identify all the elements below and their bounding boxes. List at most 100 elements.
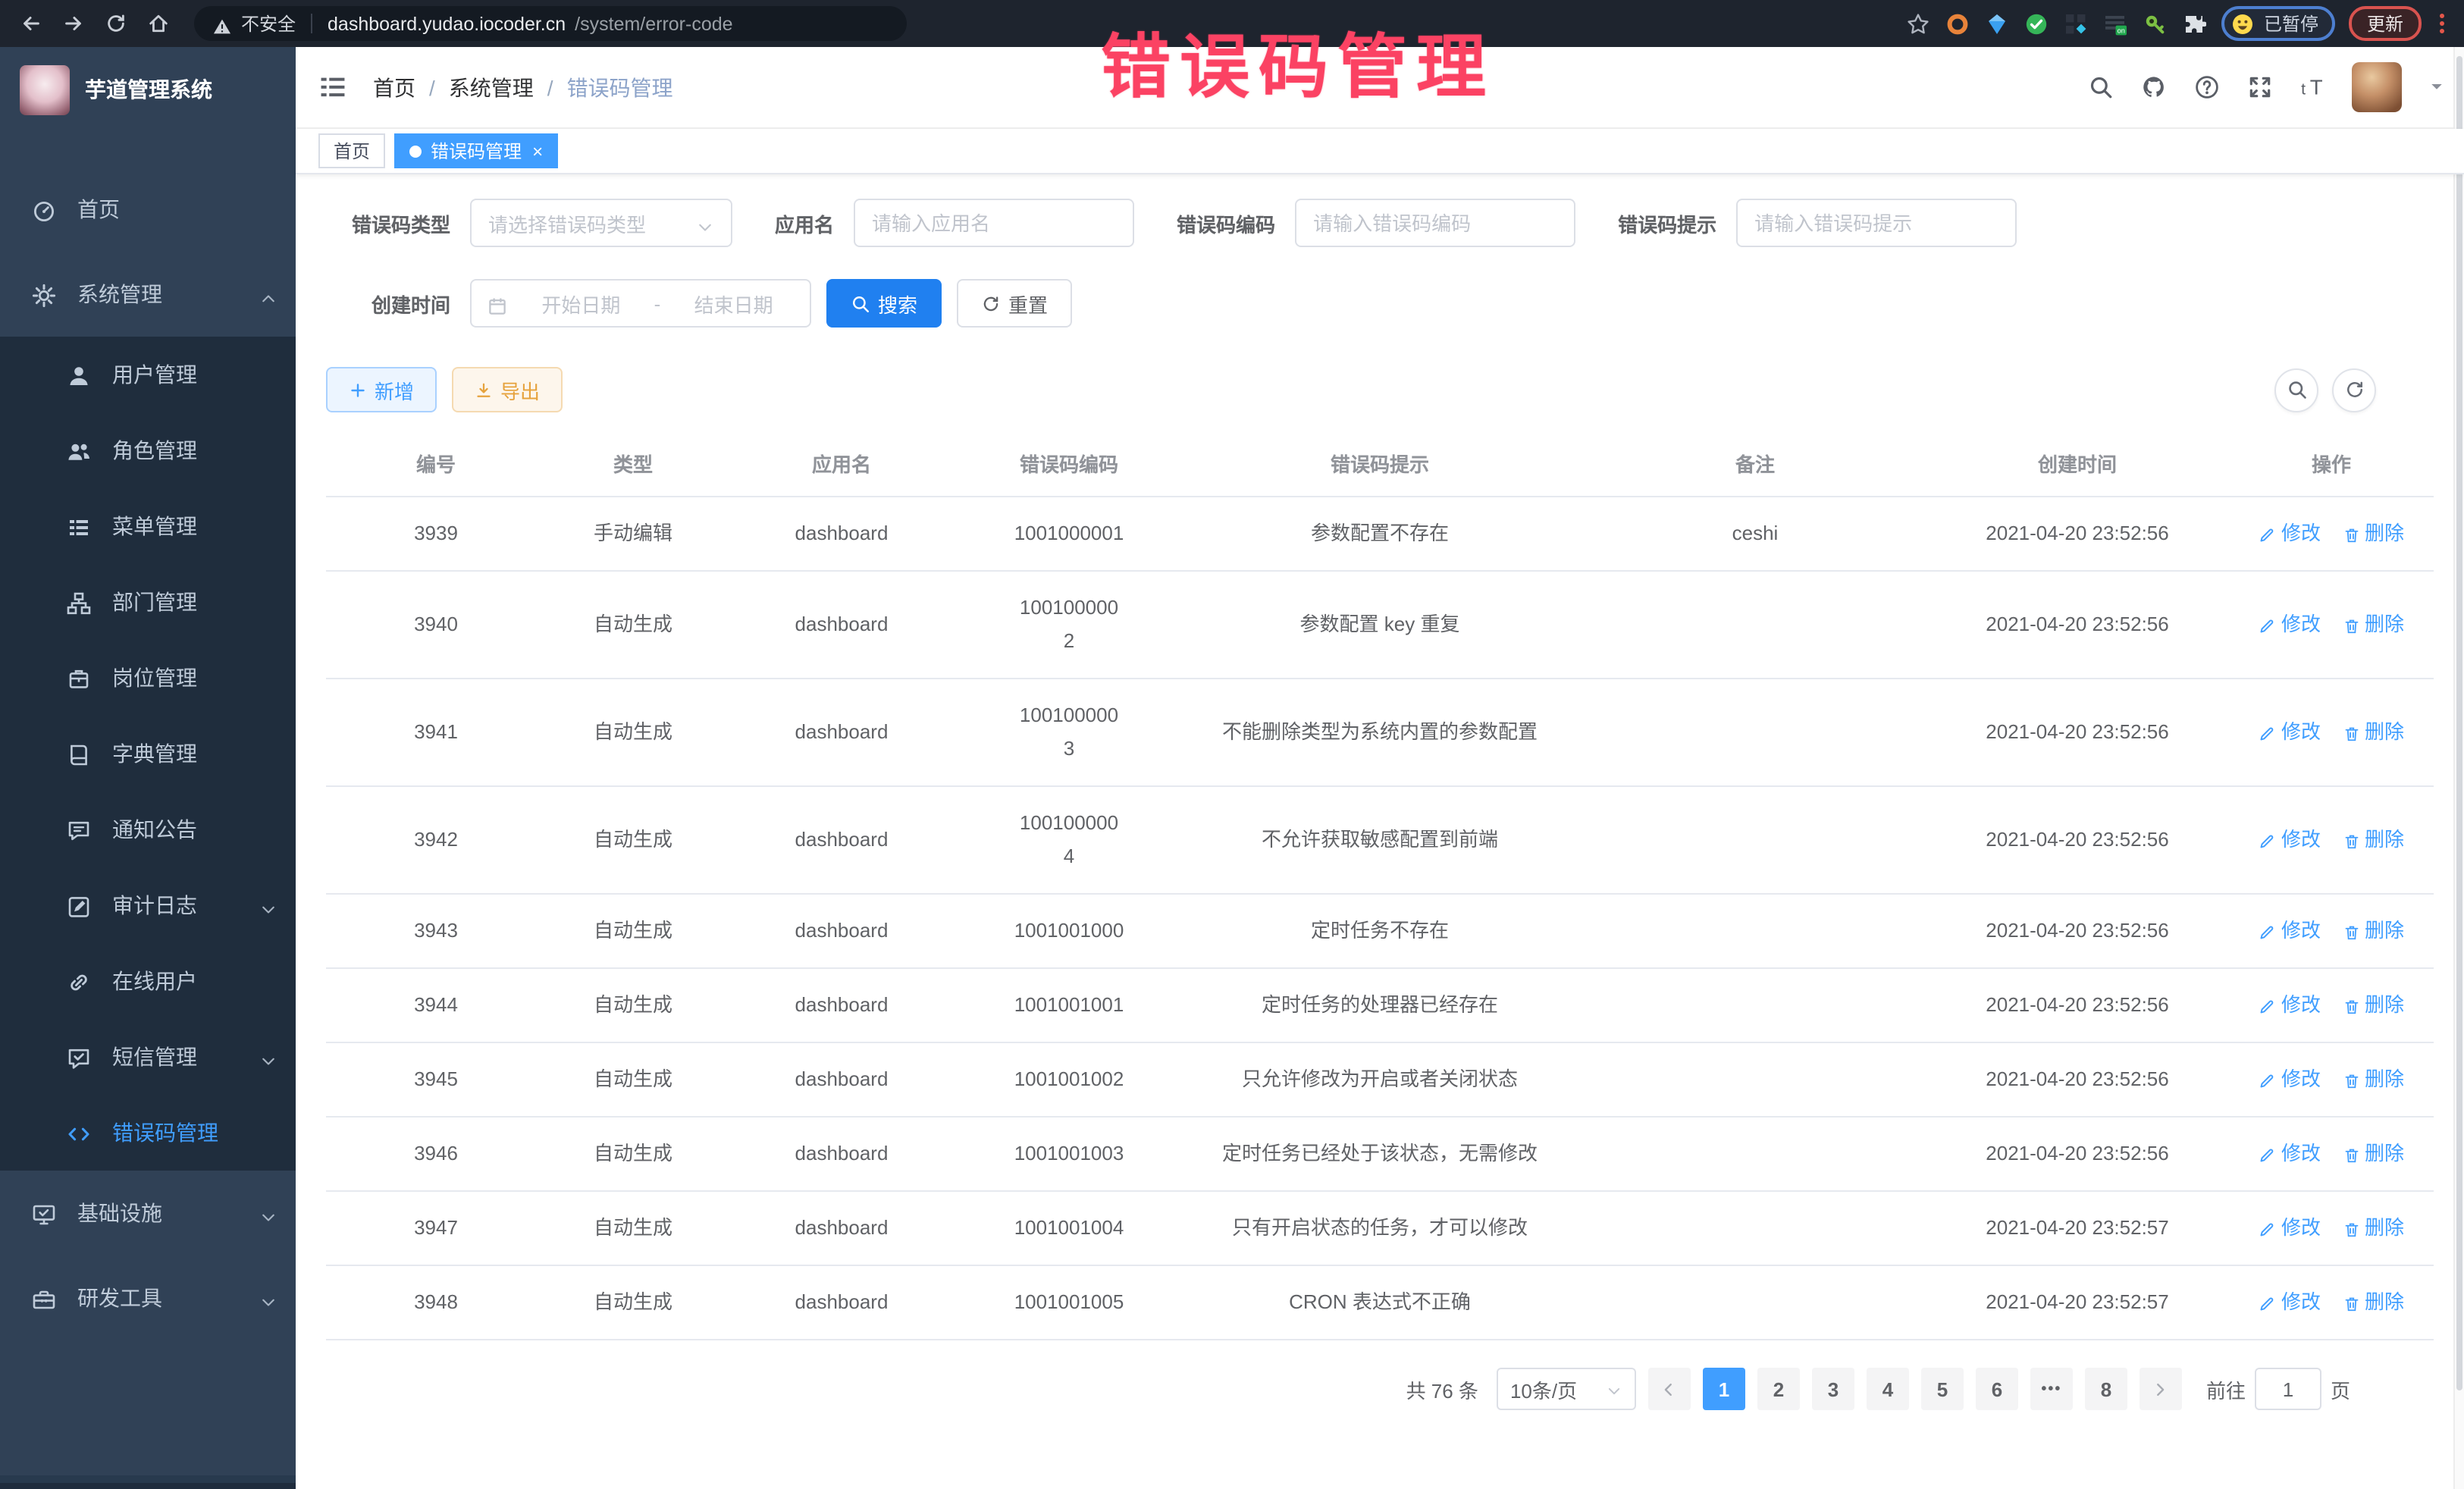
delete-row-button[interactable]: 删除 xyxy=(2342,517,2404,550)
reset-button[interactable]: 重置 xyxy=(957,279,1072,328)
header-search-icon[interactable] xyxy=(2086,74,2114,101)
sidebar-item-在线用户[interactable]: 在线用户 xyxy=(0,943,296,1019)
column-header: 错误码编码 xyxy=(963,431,1175,497)
add-button[interactable]: 新增 xyxy=(326,367,437,412)
toggle-search-button[interactable] xyxy=(2274,368,2318,412)
sidebar-item-系统管理[interactable]: 系统管理 xyxy=(0,252,296,337)
extension-blue-gem-icon[interactable] xyxy=(1985,11,2011,36)
sidebar-item-短信管理[interactable]: 短信管理 xyxy=(0,1019,296,1095)
error-code-input[interactable] xyxy=(1313,212,1557,234)
browser-menu-icon[interactable] xyxy=(2435,14,2449,33)
edit-row-button[interactable]: 修改 xyxy=(2259,1137,2321,1171)
sidebar-item-通知公告[interactable]: 通知公告 xyxy=(0,792,296,867)
browser-update-button[interactable]: 更新 xyxy=(2349,6,2422,41)
extension-grid-diamond-icon[interactable] xyxy=(2064,11,2089,36)
extensions-puzzle-icon[interactable] xyxy=(2182,11,2208,36)
app-name-label: 应用名 xyxy=(775,208,834,237)
extension-list-on-icon[interactable]: on xyxy=(2103,11,2129,36)
delete-row-button[interactable]: 删除 xyxy=(2342,914,2404,948)
home-icon[interactable] xyxy=(143,8,173,39)
edit-row-button[interactable]: 修改 xyxy=(2259,608,2321,641)
cell-app: dashboard xyxy=(720,497,963,571)
close-icon[interactable]: × xyxy=(532,142,543,160)
page-button-1[interactable]: 1 xyxy=(1703,1368,1745,1410)
edit-row-button[interactable]: 修改 xyxy=(2259,716,2321,749)
delete-row-button[interactable]: 删除 xyxy=(2342,608,2404,641)
font-size-icon[interactable]: tT xyxy=(2299,74,2326,101)
sidebar-item-研发工具[interactable]: 研发工具 xyxy=(0,1255,296,1340)
sidebar-item-基础设施[interactable]: 基础设施 xyxy=(0,1171,296,1255)
cell-code: 1001001002 xyxy=(963,1042,1175,1117)
app-logo[interactable]: 芋道管理系统 xyxy=(0,47,296,132)
date-range-picker[interactable]: 开始日期 - 结束日期 xyxy=(470,279,811,328)
sidebar-item-部门管理[interactable]: 部门管理 xyxy=(0,564,296,640)
extension-green-key-icon[interactable] xyxy=(2143,11,2168,36)
help-icon[interactable] xyxy=(2193,74,2220,101)
github-icon[interactable] xyxy=(2140,74,2167,101)
delete-row-button[interactable]: 删除 xyxy=(2342,989,2404,1022)
refresh-table-button[interactable] xyxy=(2332,368,2376,412)
edit-row-button[interactable]: 修改 xyxy=(2259,1212,2321,1245)
breadcrumb-system[interactable]: 系统管理 xyxy=(449,72,534,102)
reload-icon[interactable] xyxy=(100,8,130,39)
delete-row-button[interactable]: 删除 xyxy=(2342,823,2404,857)
sidebar-item-用户管理[interactable]: 用户管理 xyxy=(0,337,296,412)
page-button-8[interactable]: 8 xyxy=(2085,1368,2127,1410)
edit-row-button[interactable]: 修改 xyxy=(2259,989,2321,1022)
delete-row-button[interactable]: 删除 xyxy=(2342,1137,2404,1171)
error-code-label: 错误码编码 xyxy=(1177,208,1275,237)
paused-extension-pill[interactable]: 已暂停 xyxy=(2221,6,2335,41)
divider xyxy=(311,14,312,33)
delete-row-button[interactable]: 删除 xyxy=(2342,716,2404,749)
page-size-select[interactable]: 10条/页 xyxy=(1497,1368,1636,1410)
tag-首页[interactable]: 首页× xyxy=(318,133,385,168)
avatar-caret-down-icon[interactable] xyxy=(2428,74,2446,101)
app-name-input[interactable] xyxy=(872,212,1116,234)
edit-row-button[interactable]: 修改 xyxy=(2259,517,2321,550)
sidebar-item-菜单管理[interactable]: 菜单管理 xyxy=(0,488,296,564)
next-page-button[interactable] xyxy=(2140,1368,2182,1410)
error-msg-input[interactable] xyxy=(1754,212,1998,234)
page-button-4[interactable]: 4 xyxy=(1867,1368,1909,1410)
sidebar-item-角色管理[interactable]: 角色管理 xyxy=(0,412,296,488)
breadcrumb-current: 错误码管理 xyxy=(567,72,673,102)
page-button-5[interactable]: 5 xyxy=(1921,1368,1964,1410)
cell-type: 自动生成 xyxy=(546,1265,720,1340)
extension-orange-ring-icon[interactable] xyxy=(1945,11,1971,36)
collapse-sidebar-icon[interactable] xyxy=(318,72,349,102)
edit-row-button[interactable]: 修改 xyxy=(2259,1286,2321,1319)
breadcrumb-home[interactable]: 首页 xyxy=(373,72,415,102)
more-pages-button[interactable]: ••• xyxy=(2030,1368,2073,1410)
sidebar-item-错误码管理[interactable]: 错误码管理 xyxy=(0,1095,296,1171)
page-button-3[interactable]: 3 xyxy=(1812,1368,1854,1410)
prev-page-button[interactable] xyxy=(1648,1368,1691,1410)
page-button-2[interactable]: 2 xyxy=(1757,1368,1800,1410)
tag-错误码管理[interactable]: 错误码管理× xyxy=(394,133,558,168)
back-icon[interactable] xyxy=(15,8,45,39)
edit-row-button[interactable]: 修改 xyxy=(2259,1063,2321,1096)
scrollbar-thumb[interactable] xyxy=(2456,56,2462,1390)
goto-page-input[interactable] xyxy=(2255,1368,2321,1410)
edit-row-button[interactable]: 修改 xyxy=(2259,823,2321,857)
page-button-6[interactable]: 6 xyxy=(1976,1368,2018,1410)
sidebar-item-字典管理[interactable]: 字典管理 xyxy=(0,716,296,792)
delete-row-button[interactable]: 删除 xyxy=(2342,1286,2404,1319)
error-type-select[interactable]: 请选择错误码类型 xyxy=(470,199,732,247)
address-bar[interactable]: 不安全 dashboard.yudao.iocoder.cn/system/er… xyxy=(194,6,907,41)
pencil-icon xyxy=(2259,716,2277,749)
sidebar-item-审计日志[interactable]: 审计日志 xyxy=(0,867,296,943)
search-button[interactable]: 搜索 xyxy=(826,279,942,328)
bookmark-star-icon[interactable] xyxy=(1906,11,1932,36)
sidebar-item-首页[interactable]: 首页 xyxy=(0,167,296,252)
fullscreen-icon[interactable] xyxy=(2246,74,2273,101)
avatar[interactable] xyxy=(2352,62,2402,112)
forward-icon[interactable] xyxy=(58,8,88,39)
page-scrollbar[interactable] xyxy=(2453,47,2464,1489)
export-button[interactable]: 导出 xyxy=(452,367,563,412)
delete-row-button[interactable]: 删除 xyxy=(2342,1212,2404,1245)
pencil-icon xyxy=(2259,914,2277,948)
delete-row-button[interactable]: 删除 xyxy=(2342,1063,2404,1096)
sidebar-item-岗位管理[interactable]: 岗位管理 xyxy=(0,640,296,716)
extension-green-check-icon[interactable] xyxy=(2024,11,2050,36)
edit-row-button[interactable]: 修改 xyxy=(2259,914,2321,948)
